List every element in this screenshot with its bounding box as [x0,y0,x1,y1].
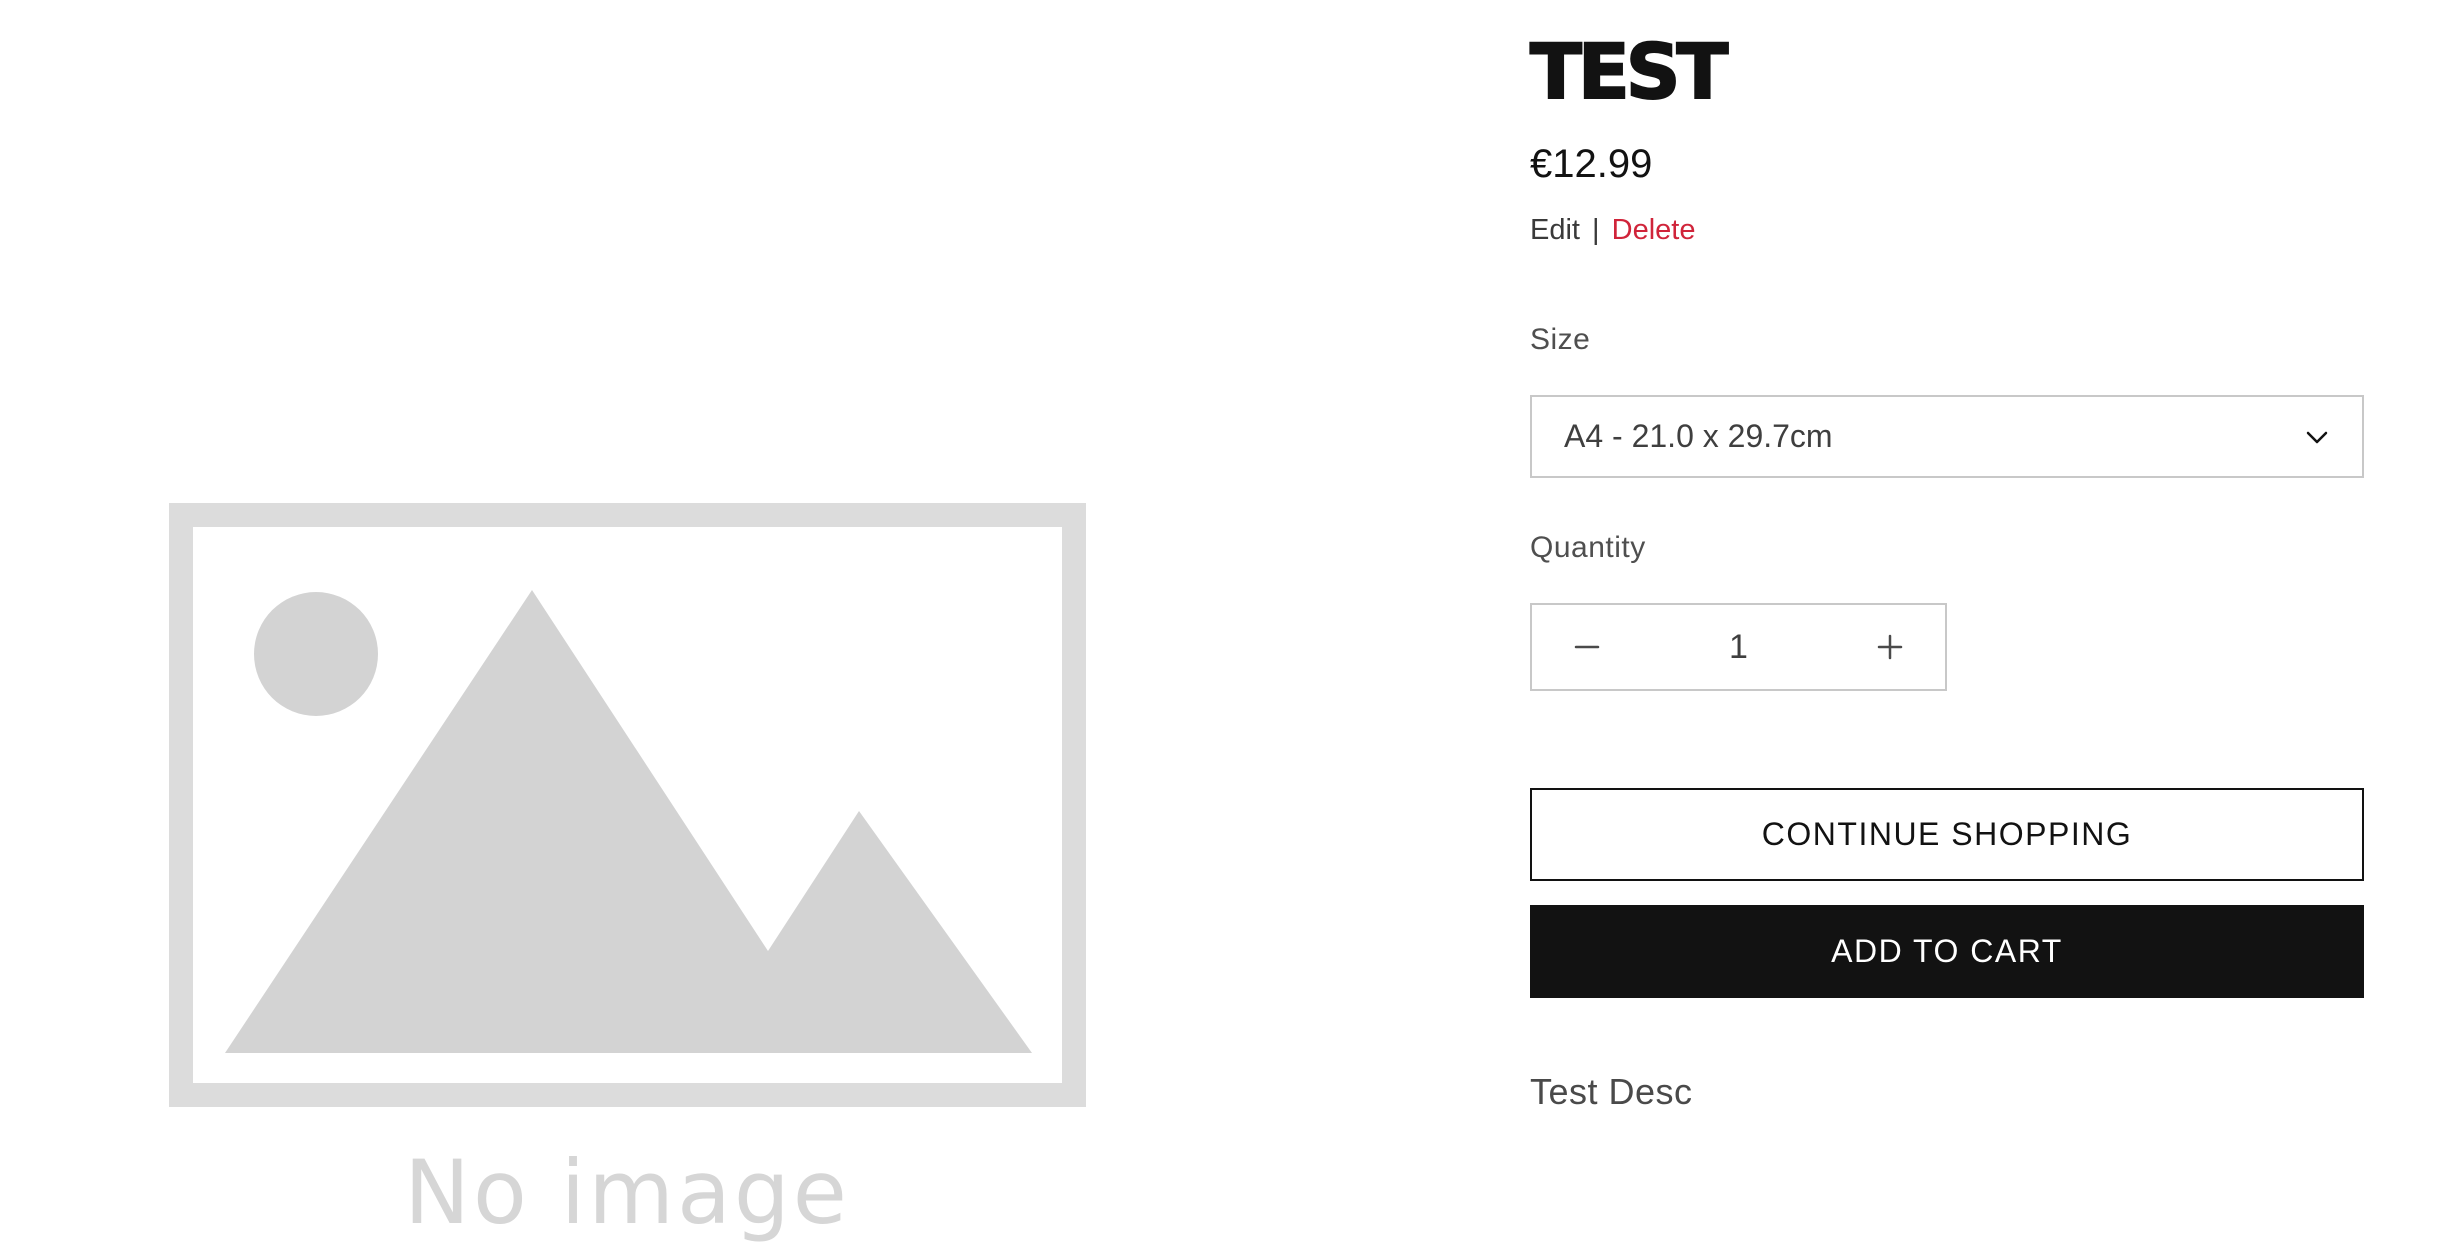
chevron-down-icon [2306,431,2328,443]
quantity-label: Quantity [1530,531,1646,564]
product-media: No image [0,0,1260,1244]
quantity-stepper: 1 [1530,603,1947,691]
continue-shopping-button[interactable]: CONTINUE SHOPPING [1530,788,2364,881]
size-select[interactable]: A4 - 21.0 x 29.7cm [1530,395,2364,478]
add-to-cart-button[interactable]: ADD TO CART [1530,905,2364,998]
minus-icon [1574,645,1600,649]
product-price: €12.99 [1530,142,1653,186]
no-image-label: No image [404,1141,850,1244]
quantity-increase-button[interactable] [1835,605,1945,689]
image-placeholder-icon [169,503,1086,1107]
quantity-decrease-button[interactable] [1532,605,1642,689]
quantity-input[interactable]: 1 [1642,628,1835,667]
product-title: TEST [1529,27,1729,116]
product-description: Test Desc [1530,1071,1693,1112]
size-label: Size [1530,323,1591,356]
size-selected-value: A4 - 21.0 x 29.7cm [1564,418,1833,454]
edit-link[interactable]: Edit [1530,214,1580,246]
product-page: No image TEST €12.99 Edit | Delete Size … [0,0,2442,1244]
delete-link[interactable]: Delete [1612,214,1696,246]
admin-links: Edit | Delete [1530,212,1695,250]
plus-icon [1877,634,1903,660]
link-separator: | [1592,214,1600,246]
